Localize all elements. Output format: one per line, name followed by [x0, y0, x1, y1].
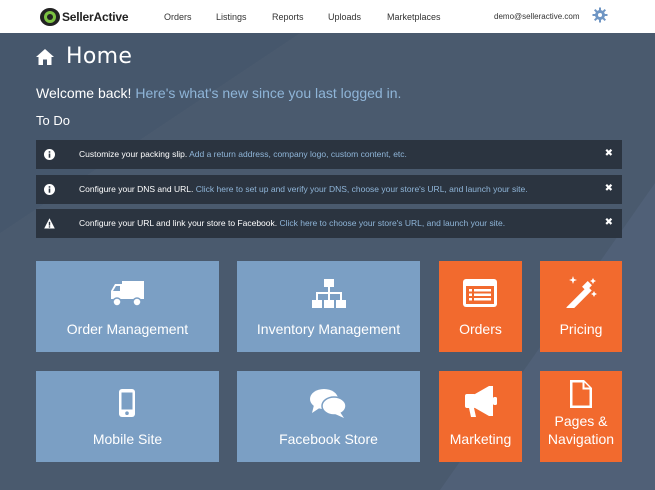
tile-marketing[interactable]: Marketing [439, 371, 522, 462]
notice-text: Customize your packing slip. [79, 149, 188, 159]
info-icon [44, 149, 55, 160]
notice-link[interactable]: Click here to choose your store's URL, a… [280, 218, 506, 228]
welcome-message: Welcome back! Here's what's new since yo… [36, 85, 401, 101]
tile-label: Orders [459, 321, 502, 337]
sitemap-icon [312, 279, 346, 308]
tile-label: Mobile Site [92, 431, 163, 447]
info-icon [44, 184, 55, 195]
tile-label: Inventory Management [256, 321, 401, 337]
todo-notice-packing-slip: Customize your packing slip. Add a retur… [36, 140, 622, 169]
todo-heading: To Do [36, 113, 70, 128]
page-title: Home [36, 44, 132, 69]
tile-facebook-store[interactable]: Facebook Store [237, 371, 420, 462]
notice-text: Configure your DNS and URL. [79, 184, 194, 194]
chat-bubbles-icon [310, 389, 346, 418]
magic-wand-icon [566, 276, 597, 308]
home-icon [36, 48, 54, 65]
nav-listings[interactable]: Listings [216, 12, 247, 22]
tile-label: Pricing [559, 321, 603, 337]
notice-link[interactable]: Click here to set up and verify your DNS… [196, 184, 528, 194]
nav-marketplaces[interactable]: Marketplaces [387, 12, 441, 22]
logo-name-seller: Seller [62, 10, 94, 24]
mobile-phone-icon [119, 389, 135, 417]
tile-label: Order Management [66, 321, 189, 337]
tile-mobile-site[interactable]: Mobile Site [36, 371, 219, 462]
tile-order-management[interactable]: Order Management [36, 261, 219, 352]
todo-notice-facebook: Configure your URL and link your store t… [36, 209, 622, 238]
tile-label-line2: Navigation [547, 431, 615, 447]
tile-pages-navigation[interactable]: Pages & Navigation [540, 371, 622, 462]
warning-icon [44, 218, 55, 229]
notice-text: Configure your URL and link your store t… [79, 218, 278, 228]
close-icon[interactable]: ✖ [605, 217, 613, 228]
gear-icon[interactable] [592, 7, 608, 23]
document-icon [570, 380, 592, 408]
nav-reports[interactable]: Reports [272, 12, 304, 22]
nav-orders[interactable]: Orders [164, 12, 192, 22]
selleractive-logo[interactable]: SellerActive [40, 7, 129, 27]
top-navigation-bar: SellerActive Orders Listings Reports Upl… [0, 0, 655, 33]
welcome-bold: Welcome back! [36, 85, 132, 101]
todo-notice-dns: Configure your DNS and URL. Click here t… [36, 175, 622, 204]
tile-label: Marketing [449, 431, 512, 447]
tile-inventory-management[interactable]: Inventory Management [237, 261, 420, 352]
tile-label: Facebook Store [279, 431, 378, 447]
logo-name-active: Active [93, 10, 129, 24]
logo-mark-icon [40, 8, 60, 26]
megaphone-icon [465, 386, 497, 417]
list-window-icon [463, 279, 497, 307]
close-icon[interactable]: ✖ [605, 183, 613, 194]
tile-pricing[interactable]: Pricing [540, 261, 622, 352]
tile-label-line1: Pages & [554, 413, 608, 429]
user-email-link[interactable]: demo@selleractive.com [494, 12, 579, 21]
tile-orders[interactable]: Orders [439, 261, 522, 352]
truck-icon [111, 281, 144, 307]
nav-uploads[interactable]: Uploads [328, 12, 361, 22]
page-title-text: Home [66, 44, 133, 69]
welcome-subtext: Here's what's new since you last logged … [135, 85, 402, 101]
close-icon[interactable]: ✖ [605, 148, 613, 159]
notice-link[interactable]: Add a return address, company logo, cust… [189, 149, 407, 159]
